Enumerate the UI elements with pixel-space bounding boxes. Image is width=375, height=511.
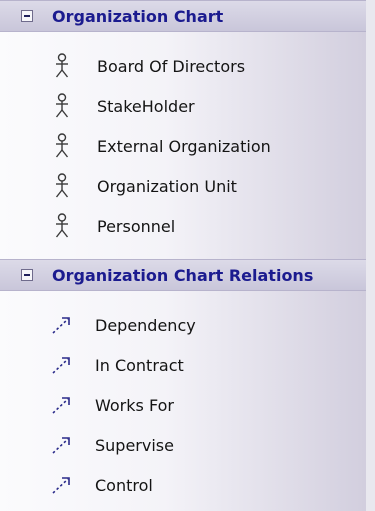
toolbox-item-organization-unit[interactable]: Organization Unit <box>0 166 366 206</box>
section-title: Organization Chart Relations <box>52 265 314 285</box>
dependency-arrow-icon <box>50 392 76 418</box>
toolbox-item-board-of-directors[interactable]: Board Of Directors <box>0 46 366 86</box>
item-label: Personnel <box>97 216 176 236</box>
item-label: Organization Unit <box>97 176 237 196</box>
section-header-organization-chart-relations[interactable]: Organization Chart Relations <box>0 259 366 291</box>
toolbox-item-dependency[interactable]: Dependency <box>0 305 366 345</box>
item-label: Board Of Directors <box>97 56 246 76</box>
section-header-organization-chart[interactable]: Organization Chart <box>0 0 366 32</box>
actor-icon <box>52 93 72 119</box>
dependency-arrow-icon <box>50 432 76 458</box>
toolbox-item-external-organization[interactable]: External Organization <box>0 126 366 166</box>
collapse-toggle-icon[interactable] <box>21 269 33 281</box>
actor-icon <box>52 173 72 199</box>
collapse-toggle-icon[interactable] <box>21 10 33 22</box>
actor-icon <box>52 53 72 79</box>
toolbox-item-stakeholder[interactable]: StakeHolder <box>0 86 366 126</box>
toolbox-item-control[interactable]: Control <box>0 465 366 505</box>
item-list: Board Of Directors StakeHolder External … <box>0 32 366 246</box>
toolbox-item-in-contract[interactable]: In Contract <box>0 345 366 385</box>
item-label: Control <box>95 475 153 495</box>
section-organization-chart-relations: Organization Chart Relations Dependency … <box>0 259 366 511</box>
toolbox-item-works-for[interactable]: Works For <box>0 385 366 425</box>
section-organization-chart: Organization Chart Board Of Directors St… <box>0 0 366 259</box>
item-label: StakeHolder <box>97 96 195 116</box>
toolbox-item-personnel[interactable]: Personnel <box>0 206 366 246</box>
toolbox-item-supervise[interactable]: Supervise <box>0 425 366 465</box>
actor-icon <box>52 213 72 239</box>
dependency-arrow-icon <box>50 352 76 378</box>
dependency-arrow-icon <box>50 312 76 338</box>
item-label: Supervise <box>95 435 174 455</box>
section-title: Organization Chart <box>52 6 224 26</box>
dependency-arrow-icon <box>50 472 76 498</box>
item-label: Works For <box>95 395 174 415</box>
item-label: External Organization <box>97 136 271 156</box>
toolbox-panel: Organization Chart Board Of Directors St… <box>0 0 375 511</box>
item-label: In Contract <box>95 355 184 375</box>
item-label: Dependency <box>95 315 196 335</box>
actor-icon <box>52 133 72 159</box>
item-list: Dependency In Contract Works For Supervi… <box>0 291 366 505</box>
